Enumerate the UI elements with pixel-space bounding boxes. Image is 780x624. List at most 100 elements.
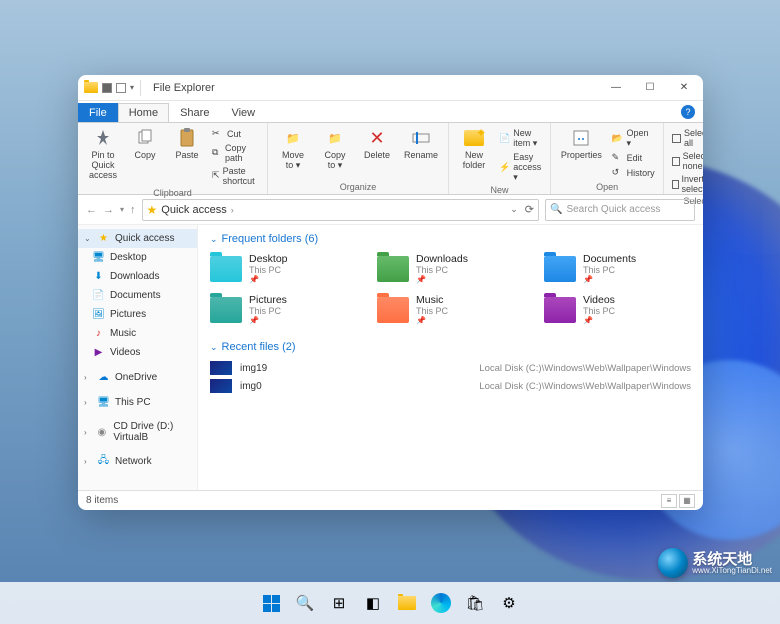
address-bar[interactable]: ★ Quick access › ⌄ ⟳ [142,199,539,221]
sidebar-item-cd-drive[interactable]: ›◉CD Drive (D:) VirtualB [78,418,197,446]
breadcrumb[interactable]: Quick access [161,204,226,216]
maximize-button[interactable]: ☐ [641,79,659,97]
select-all-button[interactable]: Select all [670,127,703,149]
music-icon: ♪ [92,327,105,340]
cut-icon: ✂ [212,128,224,140]
new-folder-icon: ✦ [463,127,485,149]
invert-selection-button[interactable]: Invert selection [670,173,703,195]
ribbon-group-select: Select all Select none Invert selection … [664,123,703,194]
new-item-icon: 📄 [499,133,510,145]
details-view-button[interactable]: ≡ [661,494,677,508]
store-taskbar-icon[interactable]: 🛍 [461,589,489,617]
icons-view-button[interactable]: ▦ [679,494,695,508]
select-all-icon [672,134,681,143]
folder-documents[interactable]: DocumentsThis PC📌 [544,253,691,284]
open-button[interactable]: 📂Open ▾ [610,127,657,150]
select-none-icon [672,157,679,166]
titlebar: ▾ File Explorer ― ☐ ✕ [78,75,703,101]
sidebar-item-desktop[interactable]: 🖥Desktop [78,248,197,267]
shortcut-icon: ⇱ [212,170,220,182]
dropdown-icon[interactable]: ⌄ [510,204,518,215]
copy-icon [134,127,156,149]
forward-button[interactable]: → [103,204,114,216]
watermark-text-cn: 系统天地 [692,552,772,567]
delete-button[interactable]: ✕Delete [358,125,396,163]
file-name: img19 [240,363,267,374]
close-button[interactable]: ✕ [675,79,693,97]
back-button[interactable]: ← [86,204,97,216]
minimize-button[interactable]: ― [607,79,625,97]
frequent-folders-header[interactable]: ⌄Frequent folders (6) [210,233,691,245]
edit-button[interactable]: ✎Edit [610,151,657,165]
new-folder-button[interactable]: ✦New folder [455,125,493,173]
taskbar-search-button[interactable]: 🔍 [291,589,319,617]
recent-files-header[interactable]: ⌄Recent files (2) [210,341,691,353]
folder-videos[interactable]: VideosThis PC📌 [544,294,691,325]
rename-button[interactable]: Rename [400,125,442,163]
properties-button[interactable]: Properties [557,125,606,163]
up-button[interactable]: ↑ [130,204,136,216]
properties-icon [570,127,592,149]
file-item[interactable]: img19 Local Disk (C:)\Windows\Web\Wallpap… [210,361,691,375]
tab-home[interactable]: Home [118,103,169,122]
copy-path-button[interactable]: ⧉Copy path [210,142,261,164]
edge-taskbar-icon[interactable] [427,589,455,617]
start-button[interactable] [257,589,285,617]
sidebar-item-this-pc[interactable]: ›🖥This PC [78,393,197,412]
paste-shortcut-button[interactable]: ⇱Paste shortcut [210,165,261,187]
tab-share[interactable]: Share [169,103,220,122]
sidebar-item-music[interactable]: ♪Music [78,324,197,343]
folder-icon [210,256,242,282]
paste-button[interactable]: Paste [168,125,206,163]
recent-button[interactable]: ▾ [120,205,124,214]
chevron-right-icon[interactable]: › [231,205,234,215]
folder-pictures[interactable]: PicturesThis PC📌 [210,294,357,325]
pictures-icon: 🖼 [92,308,105,321]
sidebar-item-documents[interactable]: 📄Documents [78,286,197,305]
ribbon-group-new: ✦New folder 📄New item ▾ ⚡Easy access ▾ N… [449,123,551,194]
qat-button-2[interactable] [116,83,126,93]
task-view-button[interactable]: ⊞ [325,589,353,617]
frequent-folders-grid: DesktopThis PC📌 DownloadsThis PC📌 Docume… [210,253,691,325]
folder-icon [544,256,576,282]
pin-quick-access-button[interactable]: Pin to Quick access [84,125,122,183]
sidebar-item-onedrive[interactable]: ›☁OneDrive [78,368,197,387]
search-box[interactable]: 🔍 Search Quick access [545,199,695,221]
tab-view[interactable]: View [220,103,266,122]
sidebar-item-quick-access[interactable]: ⌄★Quick access [78,229,197,248]
sidebar-item-pictures[interactable]: 🖼Pictures [78,305,197,324]
file-item[interactable]: img0Local Disk (C:)\Windows\Web\Wallpape… [210,379,691,393]
refresh-button[interactable]: ⟳ [525,203,534,216]
folder-music[interactable]: MusicThis PC📌 [377,294,524,325]
copy-button[interactable]: Copy [126,125,164,163]
file-explorer-window: ▾ File Explorer ― ☐ ✕ File Home Share Vi… [78,75,703,510]
tab-file[interactable]: File [78,103,118,122]
ribbon-group-open: Properties 📂Open ▾ ✎Edit ↺History Open [551,123,664,194]
window-title: File Explorer [153,82,215,94]
desktop-icon: 🖥 [92,251,105,264]
sidebar-item-downloads[interactable]: ⬇Downloads [78,267,197,286]
file-thumbnail [210,379,232,393]
folder-desktop[interactable]: DesktopThis PC📌 [210,253,357,284]
copy-to-button[interactable]: 📁Copy to ▾ [316,125,354,173]
open-group-label: Open [557,181,657,192]
select-none-button[interactable]: Select none [670,150,703,172]
file-path: Local Disk (C:)\Windows\Web\Wallpaper\Wi… [479,363,691,374]
easy-access-button[interactable]: ⚡Easy access ▾ [497,151,544,184]
new-item-button[interactable]: 📄New item ▾ [497,127,544,150]
move-to-button[interactable]: 📁Move to ▾ [274,125,312,173]
folder-icon [210,297,242,323]
history-button[interactable]: ↺History [610,166,657,180]
qat-button-1[interactable] [102,83,112,93]
sidebar-item-network[interactable]: ›🖧Network [78,452,197,471]
help-button[interactable]: ? [681,105,695,119]
paste-icon [176,127,198,149]
widgets-button[interactable]: ◧ [359,589,387,617]
qat-dropdown-icon[interactable]: ▾ [130,83,134,92]
folder-downloads[interactable]: DownloadsThis PC📌 [377,253,524,284]
cut-button[interactable]: ✂Cut [210,127,261,141]
edit-icon: ✎ [612,152,624,164]
sidebar-item-videos[interactable]: ▶Videos [78,343,197,362]
settings-taskbar-icon[interactable]: ⚙ [495,589,523,617]
file-explorer-taskbar-icon[interactable] [393,589,421,617]
